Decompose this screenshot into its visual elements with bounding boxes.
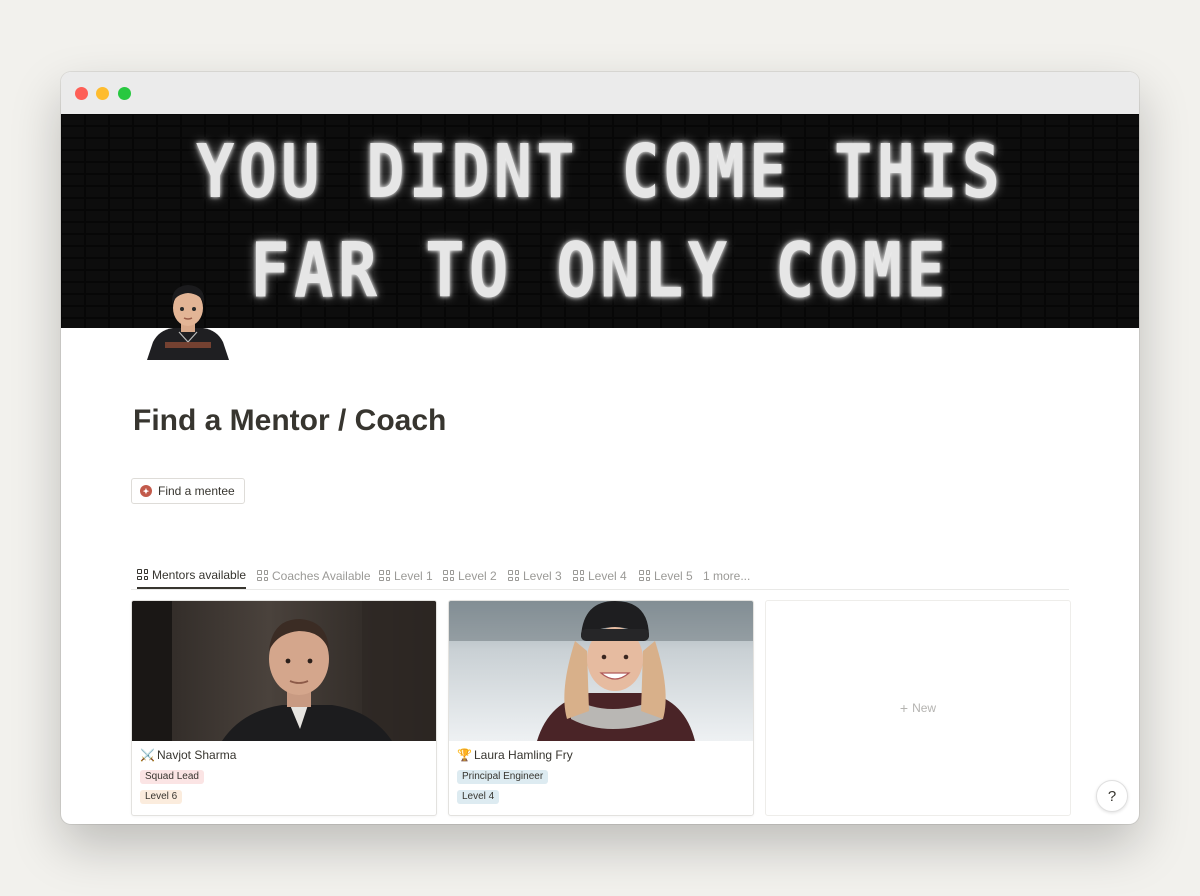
- card-cover-photo: [449, 601, 753, 741]
- tab-level-1[interactable]: Level 1: [379, 562, 433, 589]
- tab-level-5[interactable]: Level 5: [639, 562, 693, 589]
- window-titlebar: [61, 72, 1139, 115]
- gallery-view-icon: [443, 570, 454, 581]
- card-title: 🏆 Laura Hamling Fry: [457, 748, 573, 762]
- gallery-view-icon: [639, 570, 650, 581]
- page-link-icon: ✦: [140, 485, 152, 497]
- card-name: Navjot Sharma: [157, 748, 237, 762]
- minimize-window-button[interactable]: [96, 87, 109, 100]
- gallery-view-icon: [573, 570, 584, 581]
- crossed-swords-icon: ⚔️: [140, 748, 155, 762]
- gallery-view-icon: [137, 569, 148, 580]
- tab-level-4[interactable]: Level 4: [573, 562, 627, 589]
- tab-label: 1 more...: [703, 568, 751, 583]
- tab-label: Level 5: [654, 568, 693, 583]
- help-button[interactable]: ?: [1096, 780, 1128, 812]
- maximize-window-button[interactable]: [118, 87, 131, 100]
- cover-sign-line-1: YOU DIDNT COME THIS: [195, 130, 1005, 216]
- role-tag: Squad Lead: [140, 770, 204, 784]
- tab-label: Level 2: [458, 568, 497, 583]
- role-tag: Principal Engineer: [457, 770, 549, 784]
- add-new-card-button[interactable]: + New: [765, 600, 1071, 816]
- level-tag: Level 4: [457, 790, 500, 804]
- find-a-mentee-link[interactable]: ✦ Find a mentee: [131, 478, 245, 504]
- gallery-view-icon: [379, 570, 390, 581]
- browser-window: YOU DIDNT COME THIS FAR TO ONLY COME Fin…: [61, 72, 1139, 824]
- tab-label: Coaches Available: [272, 568, 371, 583]
- tab-label: Level 1: [394, 568, 433, 583]
- database-view-tabs: Mentors available Coaches Available Leve…: [131, 562, 1069, 590]
- find-a-mentee-label: Find a mentee: [158, 484, 235, 498]
- gallery-card[interactable]: ⚔️ Navjot Sharma Squad Lead Level 6: [131, 600, 437, 816]
- card-name: Laura Hamling Fry: [474, 748, 573, 762]
- plus-icon: +: [899, 700, 909, 716]
- tab-level-2[interactable]: Level 2: [443, 562, 497, 589]
- tab-mentors-available[interactable]: Mentors available: [137, 562, 247, 589]
- trophy-icon: 🏆: [457, 748, 472, 762]
- gallery-view-icon: [257, 570, 268, 581]
- gallery-card[interactable]: 🏆 Laura Hamling Fry Principal Engineer L…: [448, 600, 754, 816]
- tab-level-3[interactable]: Level 3: [508, 562, 562, 589]
- tab-label: Level 4: [588, 568, 627, 583]
- gallery-view-icon: [508, 570, 519, 581]
- level-tag: Level 6: [140, 790, 183, 804]
- tab-label: Level 3: [523, 568, 562, 583]
- page-icon-avatar[interactable]: [143, 280, 233, 360]
- card-cover-photo: [132, 601, 436, 741]
- new-card-label: New: [912, 701, 937, 715]
- tab-label: Mentors available: [152, 567, 247, 582]
- tab-coaches-available[interactable]: Coaches Available: [257, 562, 371, 589]
- page-title: Find a Mentor / Coach: [133, 404, 447, 437]
- close-window-button[interactable]: [75, 87, 88, 100]
- tab-more-views[interactable]: 1 more...: [703, 562, 750, 589]
- card-title: ⚔️ Navjot Sharma: [140, 748, 236, 762]
